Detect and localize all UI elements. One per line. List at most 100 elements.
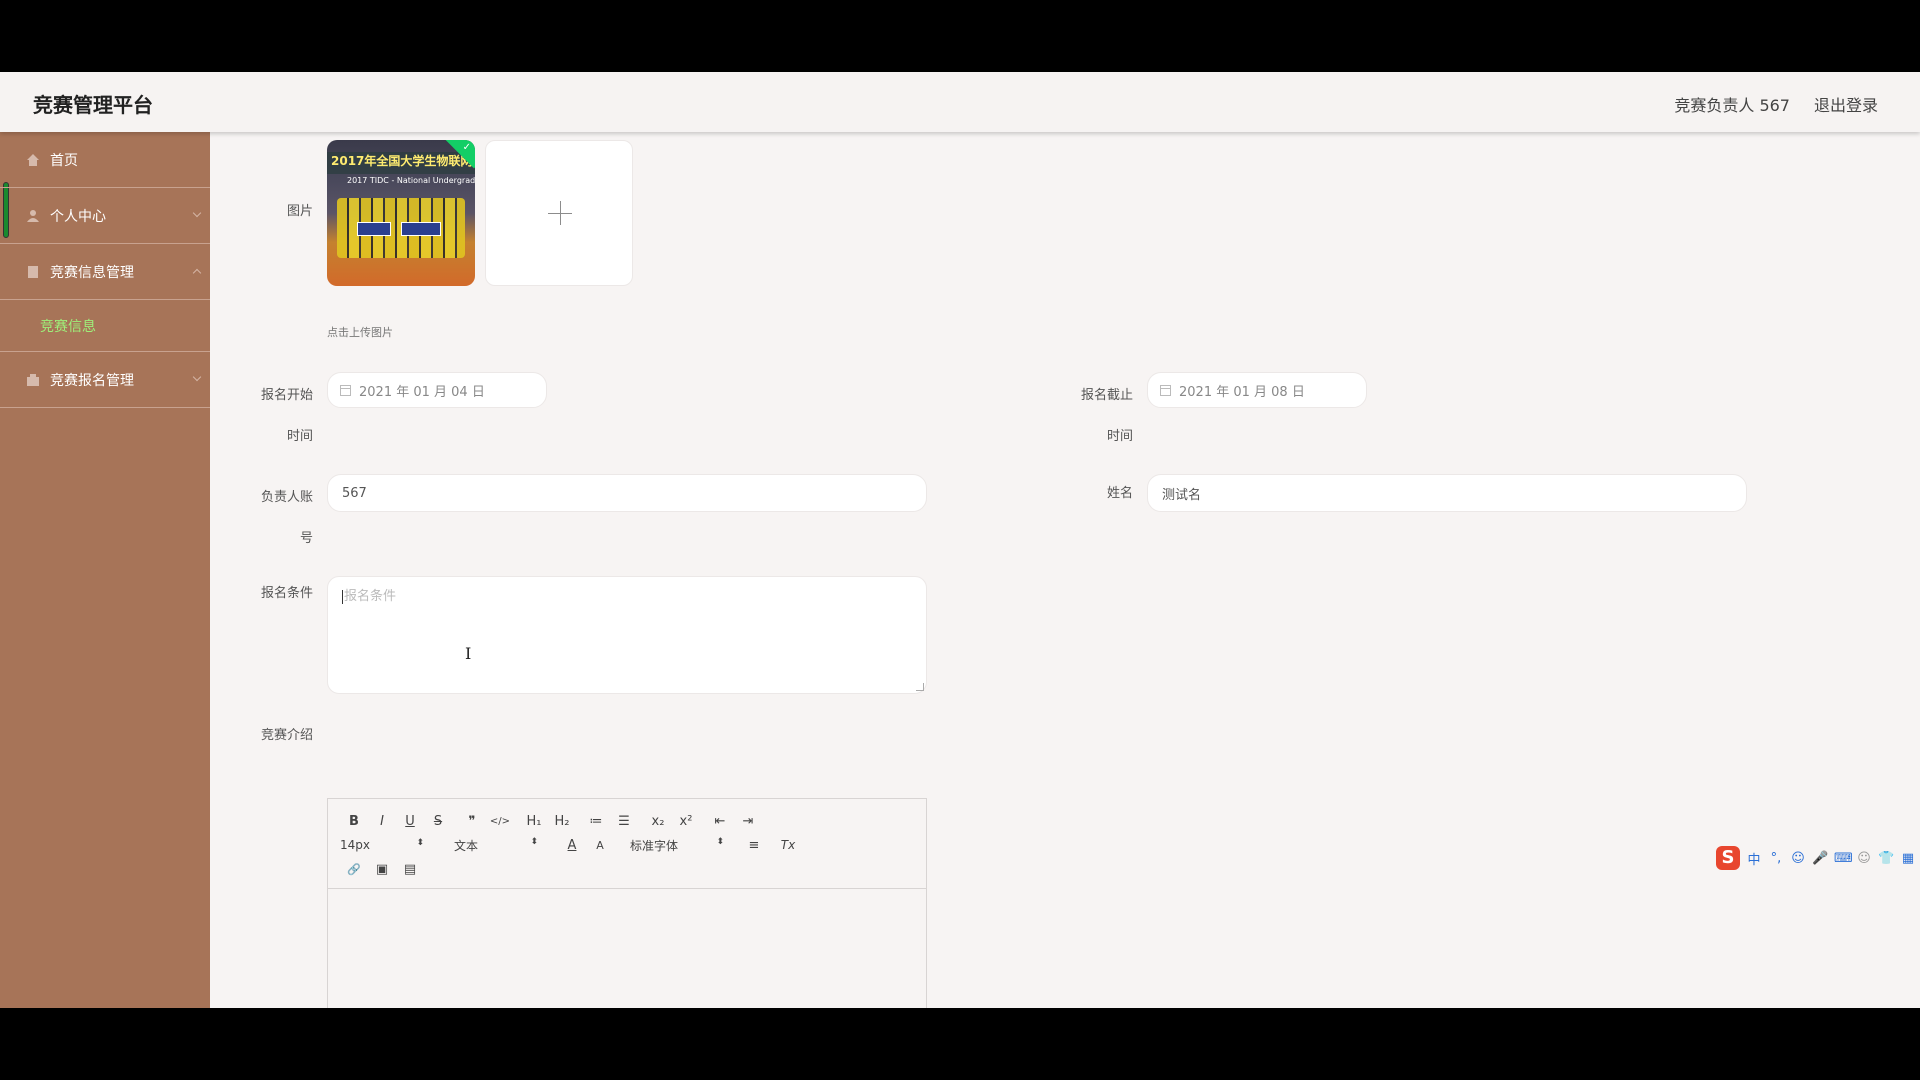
sogou-logo-icon[interactable]: S (1716, 846, 1740, 870)
photo-sign (401, 222, 441, 236)
calendar-icon (1160, 384, 1171, 396)
editor-content-area[interactable] (328, 889, 926, 1008)
sidebar-item-personal-center[interactable]: 个人中心 (0, 188, 210, 244)
ime-microphone-icon[interactable]: 🎤 (1812, 851, 1828, 866)
photo-sign (357, 222, 391, 236)
end-time-label: 报名截止 时间 (1063, 384, 1133, 444)
underline-button[interactable]: U (396, 814, 424, 829)
end-date-picker[interactable]: 2021 年 01 月 08 日 (1147, 372, 1367, 408)
ime-toolbox-icon[interactable]: ▦ (1900, 851, 1916, 866)
sidebar-item-registration-management[interactable]: 竞赛报名管理 (0, 352, 210, 408)
code-block-button[interactable]: </> (486, 816, 514, 827)
toolbar-row-2: 14px ⬍ 文本 ⬍ A A 标准字体 ⬍ ≡ Tx (340, 833, 926, 857)
check-icon: ✓ (462, 142, 471, 153)
header-format-value: 文本 (454, 838, 479, 853)
sidebar-item-label: 竞赛信息管理 (50, 264, 134, 281)
condition-placeholder: 报名条件 (344, 589, 397, 604)
header-format-select[interactable]: 文本 ⬍ (454, 837, 538, 854)
ime-emoji-icon[interactable]: ☺ (1790, 851, 1806, 866)
clear-format-icon[interactable]: Tx (774, 838, 802, 852)
font-size-select[interactable]: 14px ⬍ (340, 838, 424, 852)
bold-button[interactable]: B (340, 814, 368, 829)
calendar-icon (340, 384, 351, 396)
text-caret (342, 589, 343, 604)
text-cursor-icon: I (465, 644, 472, 663)
subscript-button[interactable]: x₂ (644, 814, 672, 829)
chevron-down-icon (192, 208, 202, 218)
start-date-picker[interactable]: 2021 年 01 月 04 日 (327, 372, 547, 408)
ordered-list-button[interactable]: ≔ (582, 814, 610, 829)
outdent-button[interactable]: ⇤ (706, 814, 734, 829)
start-time-label-line2: 时间 (286, 429, 313, 444)
sidebar-item-label: 竞赛报名管理 (50, 372, 134, 389)
intro-label: 竞赛介绍 (260, 728, 313, 743)
image-icon[interactable]: ▣ (368, 862, 396, 877)
end-date-value: 2021 年 01 月 08 日 (1179, 384, 1305, 400)
select-arrows-icon: ⬍ (416, 838, 424, 848)
logout-link[interactable]: 退出登录 (1814, 92, 1878, 116)
toolbar-row-3: 🔗 ▣ ▤ (340, 857, 926, 881)
italic-button[interactable]: I (368, 814, 396, 829)
end-time-label-line1: 报名截止 (1080, 388, 1133, 403)
image-label: 图片 (286, 204, 313, 219)
rich-text-editor[interactable]: B I U S ❞ </> H₁ H₂ ≔ ☰ x₂ x² ⇤ ⇥ 14px ⬍… (327, 798, 927, 1008)
user-info: 竞赛负责人 567 (1674, 96, 1790, 115)
ime-skin-icon[interactable]: 👕 (1878, 851, 1894, 866)
account-label-line2: 号 (299, 531, 313, 546)
ime-punctuation-icon[interactable]: °, (1768, 851, 1784, 866)
sidebar-item-label: 个人中心 (50, 208, 106, 225)
sidebar-item-competition-info-management[interactable]: 竞赛信息管理 (0, 244, 210, 300)
strike-button[interactable]: S (424, 814, 452, 829)
link-icon[interactable]: 🔗 (340, 863, 368, 876)
user-icon (27, 209, 39, 222)
sidebar-subitem-competition-info[interactable]: 竞赛信息 (0, 300, 210, 352)
indent-button[interactable]: ⇥ (734, 814, 762, 829)
brand-title: 竞赛管理平台 (33, 93, 153, 117)
start-date-value: 2021 年 01 月 04 日 (359, 384, 485, 400)
ime-toolbar: S 中 °, ☺ 🎤 ⌨ ☺ 👕 ▦ (1716, 846, 1916, 870)
font-size-value: 14px (340, 838, 370, 852)
sidebar-item-home[interactable]: 首页 (0, 132, 210, 188)
header1-button[interactable]: H₁ (520, 814, 548, 829)
font-family-select[interactable]: 标准字体 ⬍ (630, 837, 724, 854)
blockquote-button[interactable]: ❞ (458, 814, 486, 829)
home-icon (27, 153, 39, 166)
plus-icon (560, 201, 561, 225)
upload-image-button[interactable] (485, 140, 633, 286)
end-time-label-line2: 时间 (1106, 429, 1133, 444)
condition-textarea[interactable]: 报名条件 (327, 576, 927, 694)
font-family-value: 标准字体 (630, 838, 679, 853)
ime-chinese-mode[interactable]: 中 (1746, 849, 1762, 868)
toolbar-row-1: B I U S ❞ </> H₁ H₂ ≔ ☰ x₂ x² ⇤ ⇥ (340, 809, 926, 833)
sidebar: 首页 个人中心 竞赛信息管理 竞赛信息 竞赛报名管理 (0, 132, 210, 1008)
resize-handle[interactable] (916, 683, 924, 691)
editor-toolbar: B I U S ❞ </> H₁ H₂ ≔ ☰ x₂ x² ⇤ ⇥ 14px ⬍… (328, 799, 926, 889)
ime-user-icon[interactable]: ☺ (1856, 851, 1872, 866)
chevron-down-icon (192, 372, 202, 382)
account-label-line1: 负责人账 (260, 490, 313, 505)
bullet-list-button[interactable]: ☰ (610, 814, 638, 829)
background-color-icon[interactable]: A (586, 839, 614, 852)
start-time-label-line1: 报名开始 (260, 388, 313, 403)
align-icon[interactable]: ≡ (740, 838, 768, 853)
header2-button[interactable]: H₂ (548, 814, 576, 829)
chevron-up-icon (192, 268, 202, 278)
clipboard-icon (27, 373, 39, 386)
letterbox-top (0, 0, 1920, 72)
name-label: 姓名 (1106, 486, 1133, 501)
upload-hint: 点击上传图片 (327, 326, 393, 339)
image-caption-sub: 2017 TIDC - National Undergraduate IoT D… (347, 176, 475, 185)
header: 竞赛管理平台 竞赛负责人 567 退出登录 (0, 72, 1920, 132)
letterbox-bottom (0, 1008, 1920, 1080)
superscript-button[interactable]: x² (672, 814, 700, 829)
select-arrows-icon: ⬍ (716, 836, 724, 847)
account-label: 负责人账 号 (243, 486, 313, 546)
select-arrows-icon: ⬍ (530, 836, 538, 847)
video-icon[interactable]: ▤ (396, 862, 424, 877)
main-content: 图片 2017年全国大学生物联网设计竞赛 2017 TIDC - Nationa… (210, 132, 1920, 1008)
name-field[interactable]: 测试名 (1147, 474, 1747, 512)
uploaded-image-thumbnail[interactable]: 2017年全国大学生物联网设计竞赛 2017 TIDC - National U… (327, 140, 475, 286)
account-field[interactable]: 567 (327, 474, 927, 512)
ime-keyboard-icon[interactable]: ⌨ (1834, 851, 1853, 866)
text-color-icon[interactable]: A (558, 838, 586, 853)
